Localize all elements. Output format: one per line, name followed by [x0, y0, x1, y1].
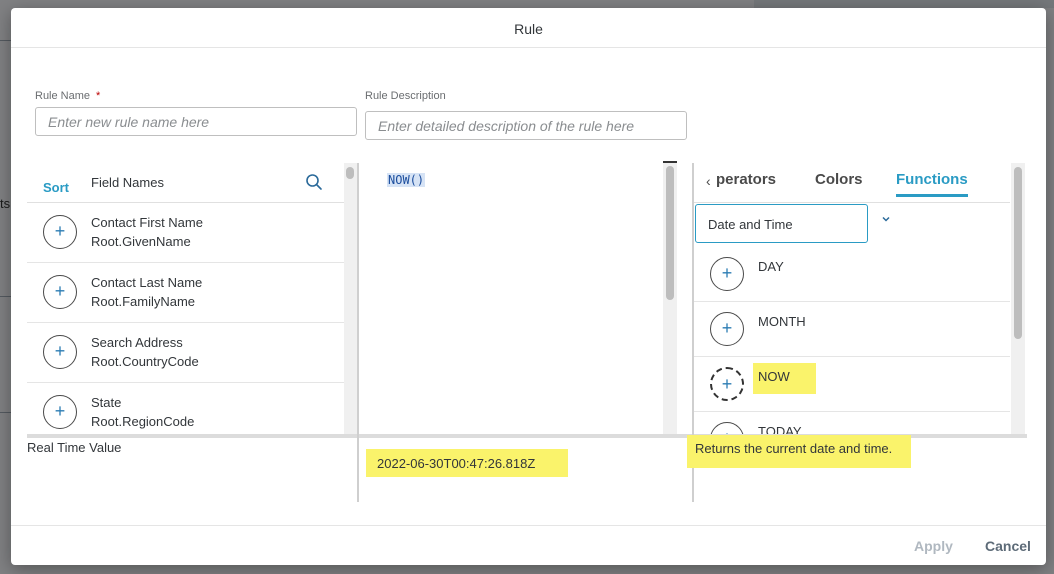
field-name: State	[91, 395, 122, 410]
dialog-title: Rule	[514, 21, 543, 37]
plus-circle-icon[interactable]: +	[43, 395, 77, 429]
rule-name-input[interactable]	[35, 107, 357, 136]
function-item-selected[interactable]: + NOW	[694, 357, 1010, 412]
plus-circle-icon[interactable]: +	[43, 335, 77, 369]
field-names-panel: Sort Field Names + Contact First Name Ro…	[27, 163, 344, 436]
required-mark: *	[96, 90, 101, 102]
function-item[interactable]: + DAY	[694, 247, 1010, 302]
field-row[interactable]: + State Root.RegionCode	[27, 383, 344, 436]
function-name: DAY	[758, 259, 784, 274]
tab-functions[interactable]: Functions	[896, 171, 968, 197]
rule-dialog: Rule Rule Name* Rule Description Sort Fi…	[11, 8, 1046, 565]
plus-circle-icon[interactable]: +	[710, 257, 744, 291]
function-item[interactable]: + MONTH	[694, 302, 1010, 357]
field-name: Contact Last Name	[91, 275, 203, 290]
field-path: Root.FamilyName	[91, 294, 196, 309]
column-divider	[357, 163, 359, 502]
field-row[interactable]: + Contact Last Name Root.FamilyName	[27, 263, 344, 323]
real-time-value-label: Real Time Value	[27, 440, 122, 455]
rule-description-input[interactable]	[365, 111, 687, 140]
search-icon[interactable]	[305, 173, 323, 191]
real-time-value: 2022-06-30T00:47:26.818Z	[366, 449, 568, 477]
rule-name-label: Rule Name *	[35, 90, 101, 102]
scrollbar-thumb[interactable]	[1014, 167, 1022, 339]
cancel-button[interactable]: Cancel	[985, 538, 1031, 554]
scrollbar-thumb[interactable]	[346, 167, 354, 179]
expression-editor[interactable]: NOW()	[371, 163, 671, 436]
field-row[interactable]: + Search Address Root.CountryCode	[27, 323, 344, 383]
function-category-select[interactable]: Date and Time	[695, 204, 868, 243]
function-list: + DAY + MONTH + NOW + TODAY	[694, 247, 1010, 436]
function-name: MONTH	[758, 314, 806, 329]
function-name: NOW	[758, 369, 790, 384]
field-name: Contact First Name	[91, 215, 203, 230]
chevron-down-icon[interactable]	[880, 213, 892, 225]
tab-colors[interactable]: Colors	[815, 171, 863, 194]
plus-circle-icon[interactable]: +	[43, 275, 77, 309]
field-names-header: Sort Field Names	[27, 163, 344, 203]
plus-circle-icon[interactable]: +	[710, 367, 744, 401]
field-row[interactable]: + Contact First Name Root.GivenName	[27, 203, 344, 263]
chevron-left-icon[interactable]: ‹	[706, 173, 711, 189]
plus-circle-icon[interactable]: +	[710, 312, 744, 346]
apply-button[interactable]: Apply	[914, 538, 953, 554]
functions-tabs: ‹ perators Colors Functions	[694, 163, 1010, 203]
rule-description-label: Rule Description	[365, 90, 446, 102]
scrollbar-thumb[interactable]	[666, 166, 674, 300]
sort-button[interactable]: Sort	[43, 180, 69, 195]
field-path: Root.RegionCode	[91, 414, 195, 429]
editor-scrollbar[interactable]	[663, 163, 677, 436]
field-names-heading: Field Names	[91, 175, 164, 190]
dialog-footer: Apply Cancel	[11, 525, 1046, 565]
fields-scrollbar[interactable]	[344, 163, 357, 436]
dialog-header: Rule	[11, 8, 1046, 48]
functions-scrollbar[interactable]	[1011, 163, 1025, 436]
field-path: Root.GivenName	[91, 234, 191, 249]
function-description: Returns the current date and time.	[687, 435, 911, 468]
tab-operators[interactable]: perators	[716, 171, 776, 194]
expression-code[interactable]: NOW()	[387, 173, 426, 187]
plus-circle-icon[interactable]: +	[43, 215, 77, 249]
field-path: Root.CountryCode	[91, 354, 199, 369]
function-item[interactable]: + TODAY	[694, 412, 1010, 436]
field-name: Search Address	[91, 335, 183, 350]
